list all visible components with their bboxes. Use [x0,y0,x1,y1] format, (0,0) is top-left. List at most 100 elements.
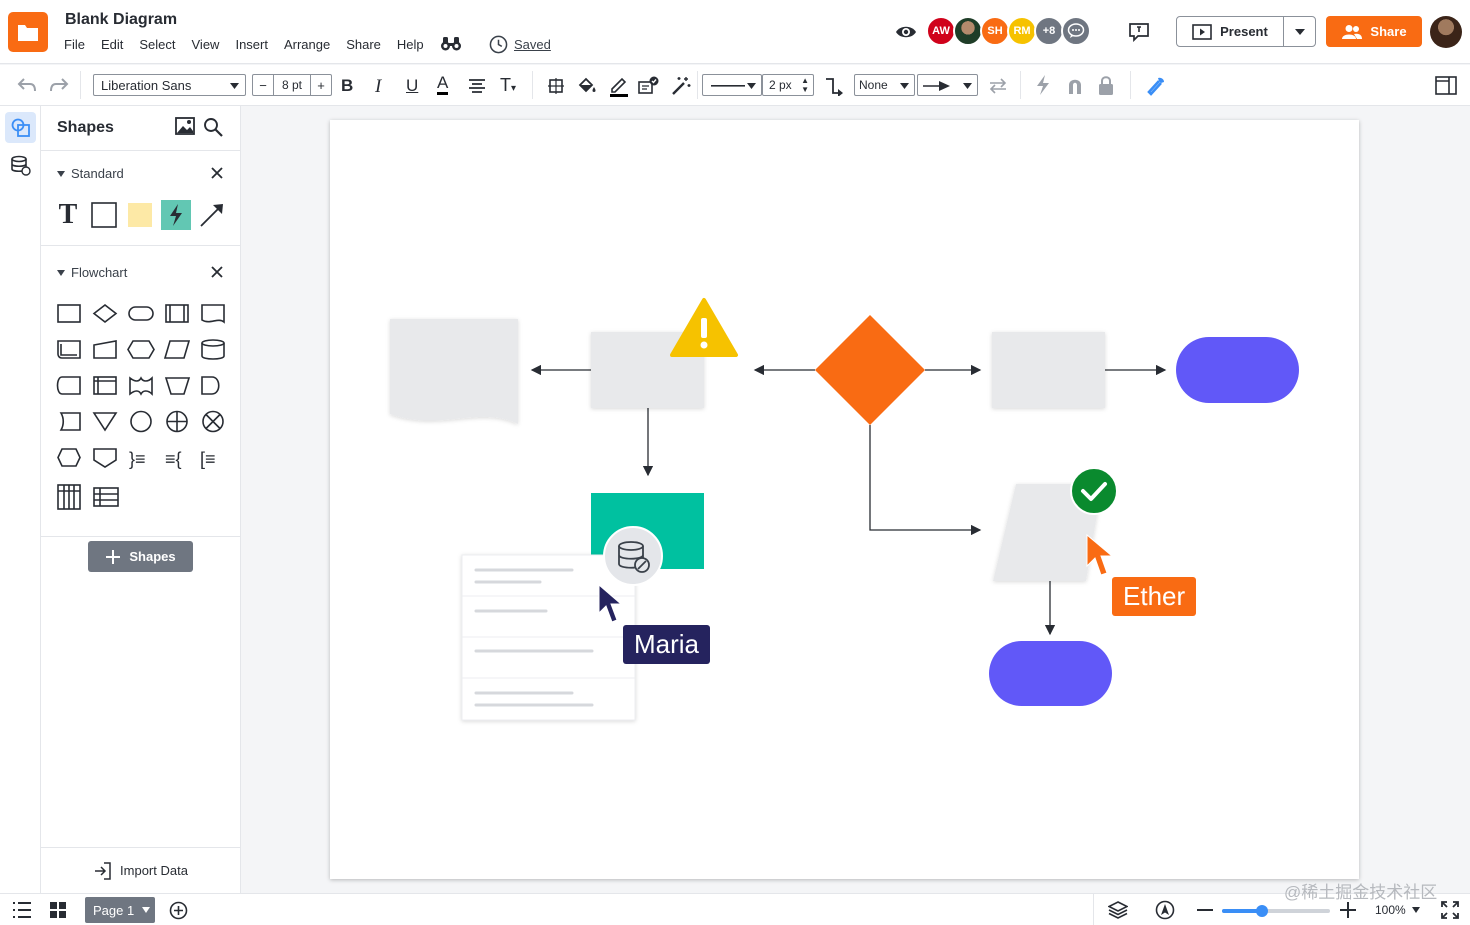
import-data-button[interactable]: Import Data [41,847,241,893]
page-tab[interactable]: Page 1 [85,897,155,923]
chevron-down-icon [963,83,972,89]
lightning-icon[interactable] [1035,75,1051,95]
font-color-button[interactable]: A [437,74,449,95]
navigate-icon[interactable] [1155,900,1175,920]
magic-wand-icon[interactable] [670,75,692,97]
zoom-select[interactable]: 100% [1375,903,1420,917]
rectangle-icon [91,202,117,228]
font-family-select[interactable]: Liberation Sans [93,74,246,96]
font-size-decrease[interactable]: − [253,78,273,93]
close-icon[interactable] [211,167,223,179]
arrow-start-select[interactable]: None [854,74,915,96]
present-button[interactable]: Present [1176,16,1284,47]
chat-bubble-icon [1067,23,1085,38]
swap-arrows-icon[interactable] [988,78,1008,94]
search-icon[interactable] [203,117,223,137]
redo-icon[interactable] [49,77,69,93]
eye-icon[interactable] [895,22,917,42]
menu-insert[interactable]: Insert [235,37,268,52]
bottom-bar: Page 1 100% [0,893,1470,925]
zoom-out-icon[interactable] [1197,909,1213,911]
add-shapes-button[interactable]: Shapes [88,541,193,572]
arrow-end-select[interactable] [917,74,978,96]
menu-share[interactable]: Share [346,37,381,52]
avatar[interactable]: RM [1007,16,1037,46]
connector-style-icon[interactable] [824,76,844,96]
zoom-in-icon[interactable] [1340,902,1356,918]
menu-arrange[interactable]: Arrange [284,37,330,52]
fill-color-icon[interactable] [577,76,597,96]
lock-icon[interactable] [1098,76,1114,96]
grid-view-icon[interactable] [49,901,67,919]
zoom-slider[interactable] [1222,905,1330,917]
text-shape-glyph: T [58,199,78,230]
magnet-icon[interactable] [1066,77,1084,95]
shape-bracket-note[interactable]: [≡ [200,449,216,470]
menu-file[interactable]: File [64,37,85,52]
line-width-select[interactable]: 2 px ▲ ▼ [762,74,814,96]
shapes-rail-button[interactable] [5,112,36,143]
flowchart-shapes-grid[interactable] [53,298,233,516]
font-size-value[interactable]: 8 pt [273,75,311,95]
share-label: Share [1370,24,1407,39]
diagram-page[interactable] [330,120,1359,879]
text-options-button[interactable]: T▾ [500,75,516,96]
italic-button[interactable]: I [375,76,381,98]
menu-edit[interactable]: Edit [101,37,123,52]
database-link-icon [10,155,31,176]
line-width-spinner[interactable]: ▲ ▼ [801,76,809,94]
present-options-button[interactable] [1283,16,1316,47]
library-flowchart-header[interactable]: Flowchart [57,265,127,280]
chat-avatar[interactable] [1061,16,1091,46]
binoculars-icon[interactable] [440,36,462,52]
shape-text[interactable]: T [53,199,83,230]
more-collaborators-badge[interactable]: +8 [1034,16,1064,46]
add-page-icon[interactable] [169,901,188,920]
image-icon[interactable] [175,117,195,135]
layers-icon[interactable] [1108,900,1128,920]
font-size-increase[interactable]: + [311,78,331,93]
solid-line-icon [711,85,745,87]
avatar[interactable]: SH [980,16,1010,46]
font-size-stepper[interactable]: − 8 pt + [252,74,332,96]
arrow-start-value: None [859,78,888,92]
save-status[interactable]: Saved [489,35,551,54]
align-center-icon[interactable] [468,78,486,94]
menu-bar: File Edit Select View Insert Arrange Sha… [64,37,440,52]
menu-help[interactable]: Help [397,37,424,52]
shape-brace-note-left[interactable]: ≡{ [165,449,182,470]
bold-button[interactable]: B [341,76,353,96]
zoom-slider-thumb[interactable] [1255,905,1268,917]
underline-button[interactable]: U [406,76,418,96]
format-toolbar: Liberation Sans − 8 pt + B I U A T▾ 2 px… [0,65,1470,106]
undo-icon[interactable] [17,77,37,93]
avatar[interactable]: AW [926,16,956,46]
feedback-icon[interactable] [1128,22,1150,42]
library-standard-header[interactable]: Standard [57,166,124,181]
list-view-icon[interactable] [12,901,32,919]
wrench-icon[interactable] [1146,76,1166,96]
menu-select[interactable]: Select [139,37,175,52]
avatar[interactable] [953,16,983,46]
shape-sticky-note[interactable] [125,200,155,230]
fullscreen-icon[interactable] [1441,901,1459,919]
shape-action[interactable] [161,200,191,230]
chevron-down-icon [57,269,65,276]
shapes-panel: Shapes Standard T Flowchart}≡ ≡{[≡ Sha… [41,106,241,893]
document-title[interactable]: Blank Diagram [65,11,177,29]
style-icon[interactable] [638,76,660,96]
shape-brace-note-right[interactable]: }≡ [129,449,146,470]
close-icon[interactable] [211,266,223,278]
line-color-icon[interactable] [608,75,630,97]
data-rail-button[interactable] [5,150,36,181]
shape-rectangle[interactable] [89,200,119,230]
share-button[interactable]: Share [1326,16,1422,47]
shape-options-icon[interactable] [547,77,565,95]
app-logo[interactable] [8,12,48,52]
menu-view[interactable]: View [192,37,220,52]
panel-toggle-icon[interactable] [1435,76,1457,95]
user-avatar[interactable] [1430,16,1462,48]
shape-line[interactable] [197,200,227,230]
add-shapes-label: Shapes [129,549,176,564]
line-style-select[interactable] [702,74,762,96]
